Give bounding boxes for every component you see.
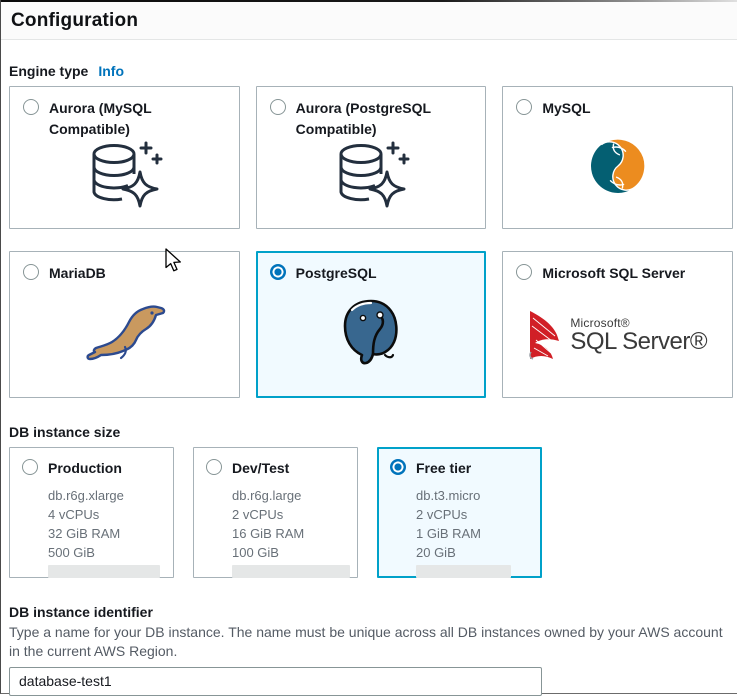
engine-option-aurora-postgresql[interactable]: Aurora (PostgreSQL Compatible) [256, 86, 487, 229]
redacted-price-text [48, 565, 160, 578]
redacted-price-text [416, 565, 511, 578]
spec-instance-class: db.r6g.large [232, 486, 345, 505]
radio-free-tier[interactable] [390, 459, 406, 475]
engine-option-sqlserver[interactable]: Microsoft SQL Server Microsoft® SQL Serv… [502, 251, 733, 398]
postgresql-elephant-icon [338, 298, 404, 373]
spec-ram: 32 GiB RAM [48, 524, 161, 543]
redacted-price-text [232, 565, 350, 578]
page-title: Configuration [11, 10, 727, 32]
radio-sqlserver[interactable] [516, 264, 532, 280]
engine-type-options: Aurora (MySQL Compatible) [9, 86, 733, 398]
engine-option-label: MariaDB [49, 263, 106, 284]
radio-mariadb[interactable] [23, 264, 39, 280]
db-instance-identifier-description: Type a name for your DB instance. The na… [9, 623, 733, 661]
mysql-dolphin-icon [589, 137, 647, 200]
aurora-icon [331, 140, 411, 219]
spec-storage: 20 GiB [416, 543, 529, 562]
spec-instance-class: db.r6g.xlarge [48, 486, 161, 505]
aurora-icon [84, 140, 164, 219]
sqlserver-logo-icon: Microsoft® SQL Server® [528, 310, 707, 360]
db-instance-size-label: DB instance size [9, 424, 733, 440]
configuration-header: Configuration [1, 2, 737, 40]
radio-dev-test[interactable] [206, 459, 222, 475]
engine-option-mysql[interactable]: MySQL [502, 86, 733, 229]
engine-option-label: Microsoft SQL Server [542, 263, 685, 284]
engine-option-postgresql[interactable]: PostgreSQL [256, 251, 487, 398]
radio-production[interactable] [22, 459, 38, 475]
spec-ram: 16 GiB RAM [232, 524, 345, 543]
spec-storage: 100 GiB [232, 543, 345, 562]
radio-aurora-mysql[interactable] [23, 99, 39, 115]
db-instance-identifier-input[interactable] [9, 667, 542, 696]
mariadb-sealion-icon [76, 301, 172, 370]
engine-option-mariadb[interactable]: MariaDB [9, 251, 240, 398]
size-option-label: Free tier [416, 458, 471, 479]
size-option-dev-test[interactable]: Dev/Test db.r6g.large 2 vCPUs 16 GiB RAM… [193, 447, 358, 578]
engine-type-info-link[interactable]: Info [98, 63, 124, 79]
size-option-label: Dev/Test [232, 458, 289, 479]
engine-type-label: Engine type [9, 63, 88, 79]
size-option-label: Production [48, 458, 122, 479]
db-instance-identifier-label: DB instance identifier [9, 604, 733, 620]
size-option-free-tier[interactable]: Free tier db.t3.micro 2 vCPUs 1 GiB RAM … [377, 447, 542, 578]
spec-instance-class: db.t3.micro [416, 486, 529, 505]
spec-ram: 1 GiB RAM [416, 524, 529, 543]
sqlserver-product-text: SQL Server® [570, 330, 707, 354]
spec-vcpus: 2 vCPUs [232, 505, 345, 524]
engine-option-label: PostgreSQL [296, 263, 377, 284]
radio-postgresql[interactable] [270, 264, 286, 280]
engine-option-label: MySQL [542, 98, 590, 119]
db-instance-size-options: Production db.r6g.xlarge 4 vCPUs 32 GiB … [9, 447, 733, 578]
engine-option-label: Aurora (MySQL Compatible) [49, 98, 226, 140]
spec-vcpus: 4 vCPUs [48, 505, 161, 524]
sqlserver-brand-text: Microsoft® [570, 317, 707, 329]
spec-vcpus: 2 vCPUs [416, 505, 529, 524]
engine-option-label: Aurora (PostgreSQL Compatible) [296, 98, 473, 140]
spec-storage: 500 GiB [48, 543, 161, 562]
engine-option-aurora-mysql[interactable]: Aurora (MySQL Compatible) [9, 86, 240, 229]
size-option-production[interactable]: Production db.r6g.xlarge 4 vCPUs 32 GiB … [9, 447, 174, 578]
radio-aurora-postgresql[interactable] [270, 99, 286, 115]
radio-mysql[interactable] [516, 99, 532, 115]
